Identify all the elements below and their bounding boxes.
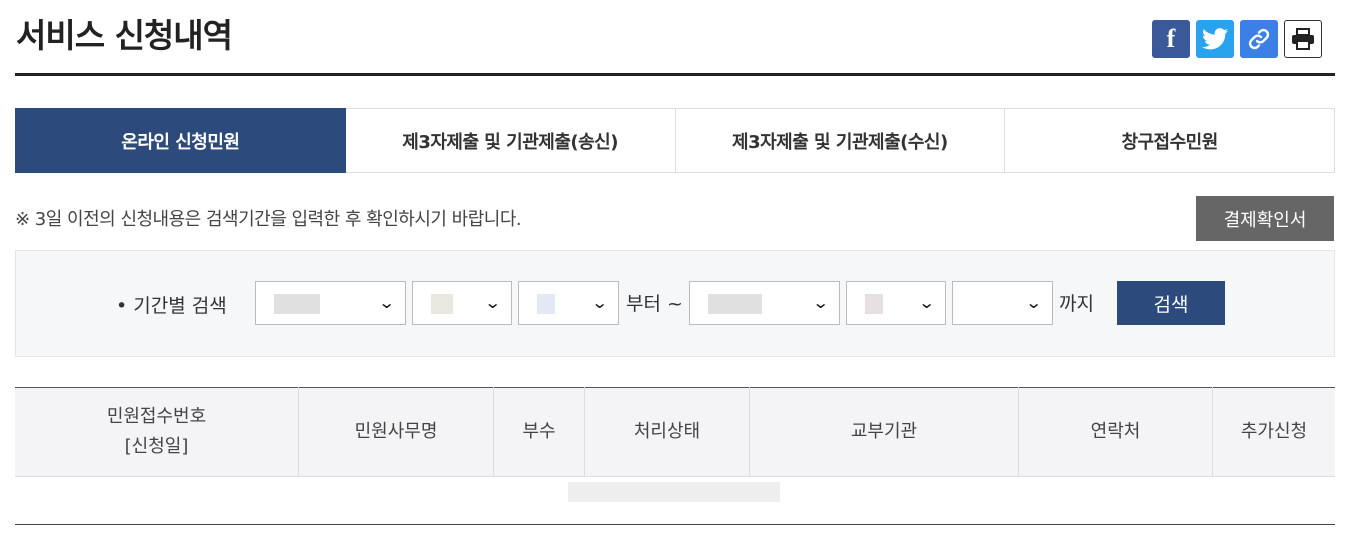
redacted-value: [708, 294, 762, 314]
tab-counter-applications[interactable]: 창구접수민원: [1005, 108, 1335, 173]
start-year-select[interactable]: ⌄: [255, 281, 406, 325]
chevron-down-icon: ⌄: [483, 293, 502, 312]
end-day-select[interactable]: ⌄: [952, 281, 1053, 325]
twitter-share-button[interactable]: [1196, 20, 1234, 58]
link-icon: [1248, 28, 1270, 50]
link-share-button[interactable]: [1240, 20, 1278, 58]
tab-third-party-sent[interactable]: 제3자제출 및 기관제출(송신): [345, 108, 676, 173]
table-row: [15, 474, 1335, 525]
column-header-copies: 부수: [493, 387, 585, 477]
tab-online-applications[interactable]: 온라인 신청민원: [15, 108, 346, 173]
notice-text: ※ 3일 이전의 신청내용은 검색기간을 입력한 후 확인하시기 바랍니다.: [15, 209, 522, 230]
title-divider: [15, 73, 1335, 76]
period-search-label: • 기간별 검색: [116, 295, 227, 317]
start-day-select[interactable]: ⌄: [518, 281, 619, 325]
column-header-issuing-agency: 교부기관: [749, 387, 1019, 477]
column-header-contact: 연락처: [1018, 387, 1213, 477]
tab-bar: 온라인 신청민원 제3자제출 및 기관제출(송신) 제3자제출 및 기관제출(수…: [15, 108, 1335, 173]
application-table: 민원접수번호 [신청일] 민원사무명 부수 처리상태 교부기관 연락처 추가신청: [15, 387, 1335, 477]
redacted-value: [274, 294, 320, 314]
start-month-select[interactable]: ⌄: [412, 281, 512, 325]
search-button[interactable]: 검색: [1117, 281, 1225, 325]
payment-confirmation-button[interactable]: 결제확인서: [1196, 196, 1334, 241]
chevron-down-icon: ⌄: [377, 293, 396, 312]
from-text: 부터 ~: [626, 293, 683, 315]
redacted-value: [865, 294, 883, 314]
search-panel: • 기간별 검색 ⌄ ⌄ ⌄ 부터 ~ ⌄ ⌄ ⌄ 까지 검색: [15, 250, 1335, 357]
redacted-value: [537, 294, 555, 314]
redacted-message: [568, 482, 780, 502]
twitter-icon: [1202, 28, 1228, 50]
column-header-additional-request: 추가신청: [1212, 387, 1335, 477]
page-title: 서비스 신청내역: [16, 16, 233, 55]
end-year-select[interactable]: ⌄: [689, 281, 840, 325]
print-icon: [1292, 28, 1314, 50]
facebook-share-button[interactable]: f: [1152, 20, 1190, 58]
share-toolbar: f: [1152, 20, 1322, 58]
column-header-status: 처리상태: [584, 387, 750, 477]
table-header-row: 민원접수번호 [신청일] 민원사무명 부수 처리상태 교부기관 연락처 추가신청: [15, 387, 1335, 477]
redacted-value: [431, 294, 453, 314]
print-button[interactable]: [1284, 20, 1322, 58]
tab-third-party-received[interactable]: 제3자제출 및 기관제출(수신): [675, 108, 1006, 173]
to-text: 까지: [1059, 293, 1094, 315]
chevron-down-icon: ⌄: [917, 293, 936, 312]
chevron-down-icon: ⌄: [1024, 293, 1043, 312]
facebook-icon: f: [1166, 24, 1176, 53]
column-header-service-name: 민원사무명: [298, 387, 494, 477]
column-header-receipt-number: 민원접수번호 [신청일]: [15, 387, 299, 477]
end-month-select[interactable]: ⌄: [846, 281, 946, 325]
chevron-down-icon: ⌄: [590, 293, 609, 312]
chevron-down-icon: ⌄: [811, 293, 830, 312]
